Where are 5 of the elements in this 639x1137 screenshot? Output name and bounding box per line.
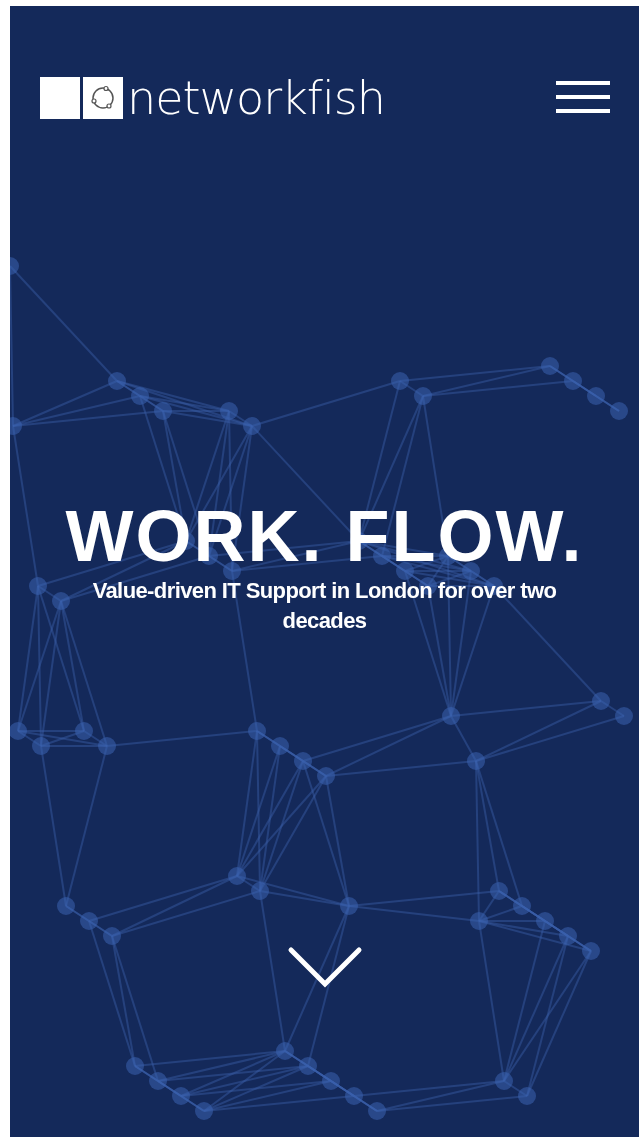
hero-headline: WORK. FLOW. bbox=[64, 496, 585, 576]
menu-icon[interactable] bbox=[556, 80, 610, 116]
brand-name[interactable]: networkfish bbox=[127, 75, 385, 121]
logo-icon[interactable] bbox=[40, 77, 124, 119]
hero-subtitle: Value-driven IT Support in London for over two decades bbox=[91, 577, 558, 635]
